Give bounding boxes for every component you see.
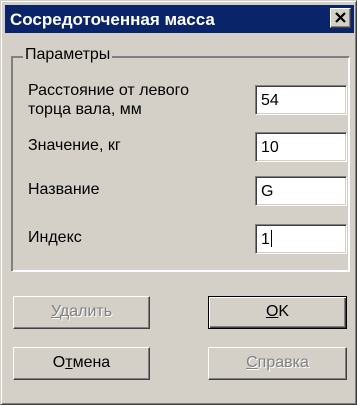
concentrated-mass-dialog: Сосредоточенная масса Параметры Расстоян… [0,0,357,405]
index-value: 1 [261,231,270,248]
close-button[interactable] [330,8,351,28]
cancel-label-rest: мена [72,354,111,371]
ok-mnemonic: O [265,303,279,320]
mass-value-field[interactable]: 10 [255,132,347,162]
cancel-mnemonic: т [65,354,73,371]
window-title: Сосредоточенная масса [10,10,215,29]
distance-label-line2: торца вала, мм [28,101,142,118]
help-button[interactable]: Справка [208,347,347,380]
delete-mnemonic: У [50,303,60,320]
help-label-rest: правка [257,354,309,371]
distance-value: 54 [261,92,279,109]
parameters-group-title: Параметры [23,46,113,64]
help-mnemonic: С [246,354,258,371]
mass-value-label: Значение, кг [28,137,121,154]
index-label: Индекс [28,229,82,246]
delete-label-rest: далить [59,303,113,320]
index-value-wrap: 1 [261,230,272,249]
cancel-label-pre: О [52,354,66,371]
close-x-icon [335,12,346,23]
name-field[interactable]: G [255,176,347,206]
delete-button[interactable]: Удалить [13,296,150,329]
cancel-button[interactable]: Отмена [13,347,150,380]
ok-button[interactable]: OK [208,296,347,329]
distance-field[interactable]: 54 [255,85,347,115]
index-field[interactable]: 1 [255,224,347,254]
text-caret [270,230,272,247]
mass-value: 10 [261,139,279,156]
name-label: Название [28,181,100,198]
name-value: G [261,183,274,200]
distance-label-line1: Расстояние от левого [28,82,190,99]
title-bar[interactable]: Сосредоточенная масса [5,5,354,33]
ok-label-rest: K [278,303,290,320]
